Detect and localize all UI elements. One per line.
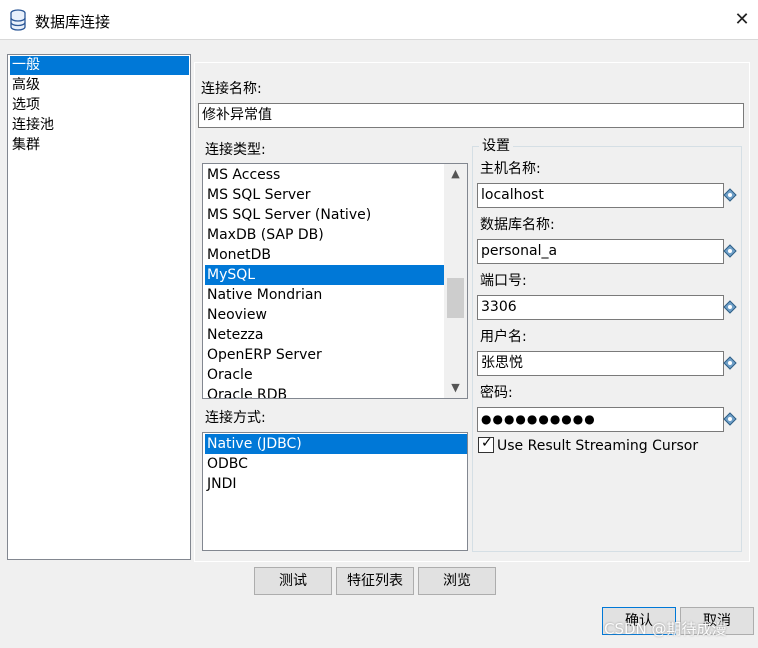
connection-type-label: 连接类型: [205,142,266,158]
chevron-up-icon[interactable]: ▲ [444,164,467,184]
variable-icon[interactable] [723,412,737,426]
port-label: 端口号: [480,273,527,289]
nav-item-advanced[interactable]: 高级 [10,76,189,95]
title-bar: 数据库连接 ✕ [0,0,758,40]
scroll-thumb[interactable] [447,278,464,318]
connection-method-label: 连接方式: [205,410,266,426]
database-name-label: 数据库名称: [480,217,555,233]
database-icon [10,9,26,31]
variable-icon[interactable] [723,244,737,258]
list-item[interactable]: Neoview [205,305,446,325]
list-item-selected[interactable]: MySQL [205,265,446,285]
list-item[interactable]: Oracle RDB [205,385,446,398]
test-button[interactable]: 测试 [254,567,332,595]
list-item[interactable]: OpenERP Server [205,345,446,365]
nav-item-pooling[interactable]: 连接池 [10,116,189,135]
port-input[interactable]: 3306 [477,295,724,320]
list-item[interactable]: MS SQL Server (Native) [205,205,446,225]
chevron-down-icon[interactable]: ▼ [444,378,467,398]
list-item[interactable]: Native Mondrian [205,285,446,305]
username-label: 用户名: [480,329,527,345]
list-item[interactable]: JNDI [205,474,446,494]
list-item-selected[interactable]: Native (JDBC) [205,434,467,454]
password-label: 密码: [480,385,513,401]
watermark: CSDN @期待成漫 [604,620,727,638]
list-item[interactable]: MonetDB [205,245,446,265]
streaming-cursor-label[interactable]: Use Result Streaming Cursor [497,437,698,455]
database-name-input[interactable]: personal_a [477,239,724,264]
nav-item-clustering[interactable]: 集群 [10,136,189,155]
connection-type-list[interactable]: MS Access MS SQL Server MS SQL Server (N… [202,163,468,399]
streaming-cursor-checkbox[interactable]: ✓ [478,435,494,453]
feature-list-button[interactable]: 特征列表 [336,567,414,595]
connection-name-input[interactable]: 修补异常值 [198,103,744,128]
list-item[interactable]: ODBC [205,454,446,474]
close-icon[interactable]: ✕ [728,6,756,34]
list-item[interactable]: MS SQL Server [205,185,446,205]
host-input[interactable]: localhost [477,183,724,208]
checkmark-icon: ✓ [481,435,493,451]
host-label: 主机名称: [480,161,541,177]
variable-icon[interactable] [723,300,737,314]
list-item[interactable]: MaxDB (SAP DB) [205,225,446,245]
connection-name-label: 连接名称: [201,81,262,97]
nav-item-general[interactable]: 一般 [10,56,189,75]
password-input[interactable]: ●●●●●●●●●● [477,407,724,432]
explore-button[interactable]: 浏览 [418,567,496,595]
username-input[interactable]: 张思悦 [477,351,724,376]
settings-nav-list: 一般 高级 选项 连接池 集群 [7,54,191,560]
nav-item-options[interactable]: 选项 [10,96,189,115]
settings-group-title: 设置 [479,135,513,155]
variable-icon[interactable] [723,356,737,370]
list-item[interactable]: Oracle [205,365,446,385]
list-item[interactable]: MS Access [205,165,446,185]
connection-method-list[interactable]: Native (JDBC) ODBC JNDI [202,432,468,551]
window-title: 数据库连接 [35,13,111,31]
list-item[interactable]: Netezza [205,325,446,345]
variable-icon[interactable] [723,188,737,202]
